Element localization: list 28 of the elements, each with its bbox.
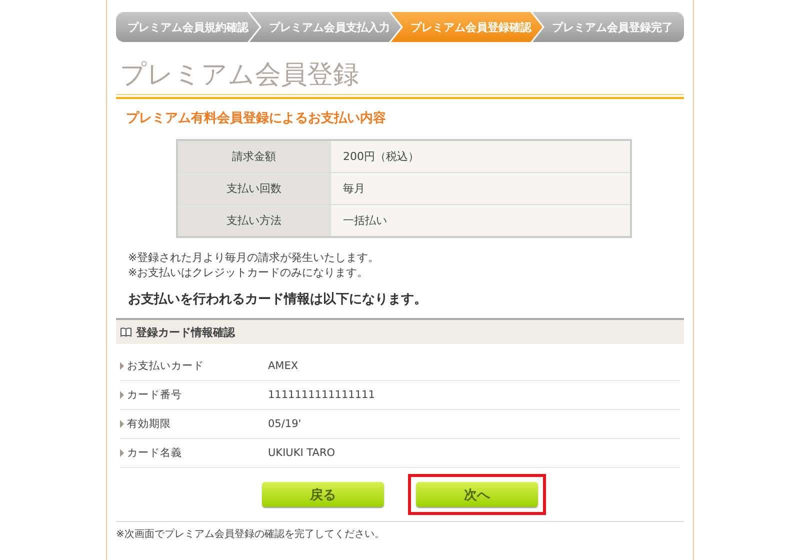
summary-label: 支払い方法 bbox=[226, 214, 282, 227]
page-title: プレミアム会員登録 bbox=[120, 59, 360, 92]
row-label: 有効期限 bbox=[127, 417, 171, 431]
row-value: 05/19' bbox=[268, 418, 302, 430]
bullet-icon bbox=[120, 362, 124, 370]
summary-value: 毎月 bbox=[343, 182, 365, 195]
row-value: AMEX bbox=[268, 360, 298, 372]
card-intro-text: お支払いを行われるカード情報は以下になります。 bbox=[128, 291, 428, 308]
note-text: ※登録された月より毎月の請求が発生いたします。 bbox=[128, 250, 380, 265]
back-button[interactable]: 戻る bbox=[262, 482, 384, 507]
note-text: ※お支払いはクレジットカードのみになります。 bbox=[128, 265, 370, 280]
row-label: カード番号 bbox=[127, 388, 182, 402]
summary-label: 請求金額 bbox=[232, 150, 276, 163]
bullet-icon bbox=[120, 449, 124, 457]
row-value: 1111111111111111 bbox=[268, 389, 375, 401]
summary-label: 支払い回数 bbox=[226, 182, 282, 195]
row-label: お支払いカード bbox=[127, 359, 204, 373]
bullet-icon bbox=[120, 420, 124, 428]
section-title: 登録カード情報確認 bbox=[136, 324, 235, 340]
book-icon bbox=[120, 327, 132, 337]
footer-note: ※次画面でプレミアム会員登録の確認を完了してください。 bbox=[116, 521, 684, 541]
section-heading: プレミアム有料会員登録によるお支払い内容 bbox=[126, 110, 387, 127]
summary-value: 一括払い bbox=[343, 214, 387, 227]
summary-value: 200円（税込） bbox=[343, 150, 419, 163]
bullet-icon bbox=[120, 391, 124, 399]
row-value: UKIUKI TARO bbox=[268, 447, 336, 459]
row-label: カード名義 bbox=[127, 446, 182, 460]
next-button[interactable]: 次へ bbox=[416, 482, 538, 507]
